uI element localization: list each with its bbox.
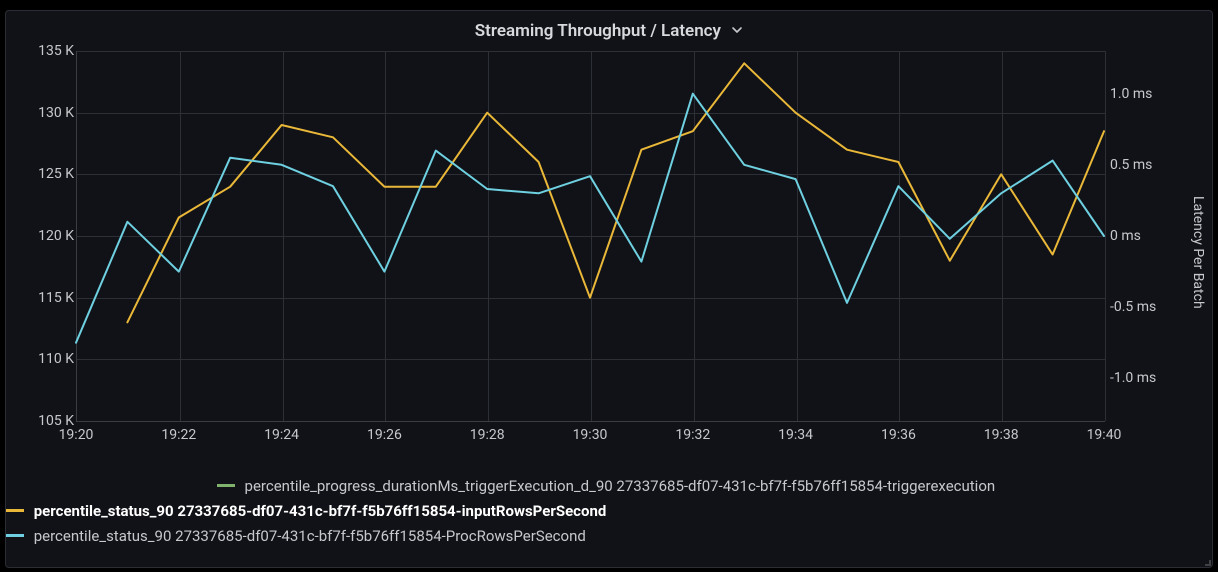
x-tick: 19:38: [984, 427, 1019, 443]
y-right-tick: -0.5 ms: [1110, 299, 1190, 315]
x-tick: 19:32: [675, 427, 710, 443]
x-tick: 19:30: [573, 427, 608, 443]
legend-item[interactable]: percentile_status_90 27337685-df07-431c-…: [6, 498, 1206, 523]
y-right-tick: 0.5 ms: [1110, 157, 1190, 173]
legend-swatch-icon: [6, 534, 24, 537]
x-tick: 19:36: [881, 427, 916, 443]
chevron-down-icon[interactable]: [731, 24, 743, 36]
panel-title-row[interactable]: Streaming Throughput / Latency: [6, 21, 1212, 41]
y-left-tick: 110 K: [14, 351, 74, 367]
y-right-axis-title: Latency Per Batch: [1190, 196, 1206, 309]
y-left-tick: 120 K: [14, 228, 74, 244]
panel-title[interactable]: Streaming Throughput / Latency: [475, 21, 721, 41]
x-tick: 19:26: [367, 427, 402, 443]
x-tick: 19:28: [470, 427, 505, 443]
legend-label: percentile_status_90 27337685-df07-431c-…: [34, 502, 607, 520]
x-tick: 19:22: [161, 427, 196, 443]
x-tick: 19:24: [264, 427, 299, 443]
y-right-tick: 1.0 ms: [1110, 86, 1190, 102]
legend-item[interactable]: percentile_progress_durationMs_triggerEx…: [6, 473, 1206, 498]
legend-swatch-icon: [6, 509, 24, 512]
legend-label: percentile_status_90 27337685-df07-431c-…: [34, 527, 586, 545]
legend-swatch-icon: [217, 484, 235, 487]
plot[interactable]: 105 K 110 K 115 K 120 K 125 K 130 K 135 …: [12, 51, 1208, 461]
y-left-tick: 135 K: [14, 43, 74, 59]
y-right-tick: -1.0 ms: [1110, 370, 1190, 386]
y-left-tick: 130 K: [14, 105, 74, 121]
x-tick: 19:34: [778, 427, 813, 443]
legend: percentile_progress_durationMs_triggerEx…: [6, 473, 1206, 548]
chart-panel: Streaming Throughput / Latency 105 K 110…: [5, 10, 1213, 568]
x-tick: 19:20: [59, 427, 94, 443]
y-left-tick: 115 K: [14, 290, 74, 306]
x-tick: 19:40: [1087, 427, 1122, 443]
y-left-tick: 125 K: [14, 166, 74, 182]
chart-lines: [76, 51, 1104, 421]
legend-item[interactable]: percentile_status_90 27337685-df07-431c-…: [6, 523, 1206, 548]
resize-handle-icon[interactable]: [1203, 558, 1211, 566]
legend-label: percentile_progress_durationMs_triggerEx…: [245, 477, 996, 495]
y-right-tick: 0 ms: [1110, 228, 1190, 244]
